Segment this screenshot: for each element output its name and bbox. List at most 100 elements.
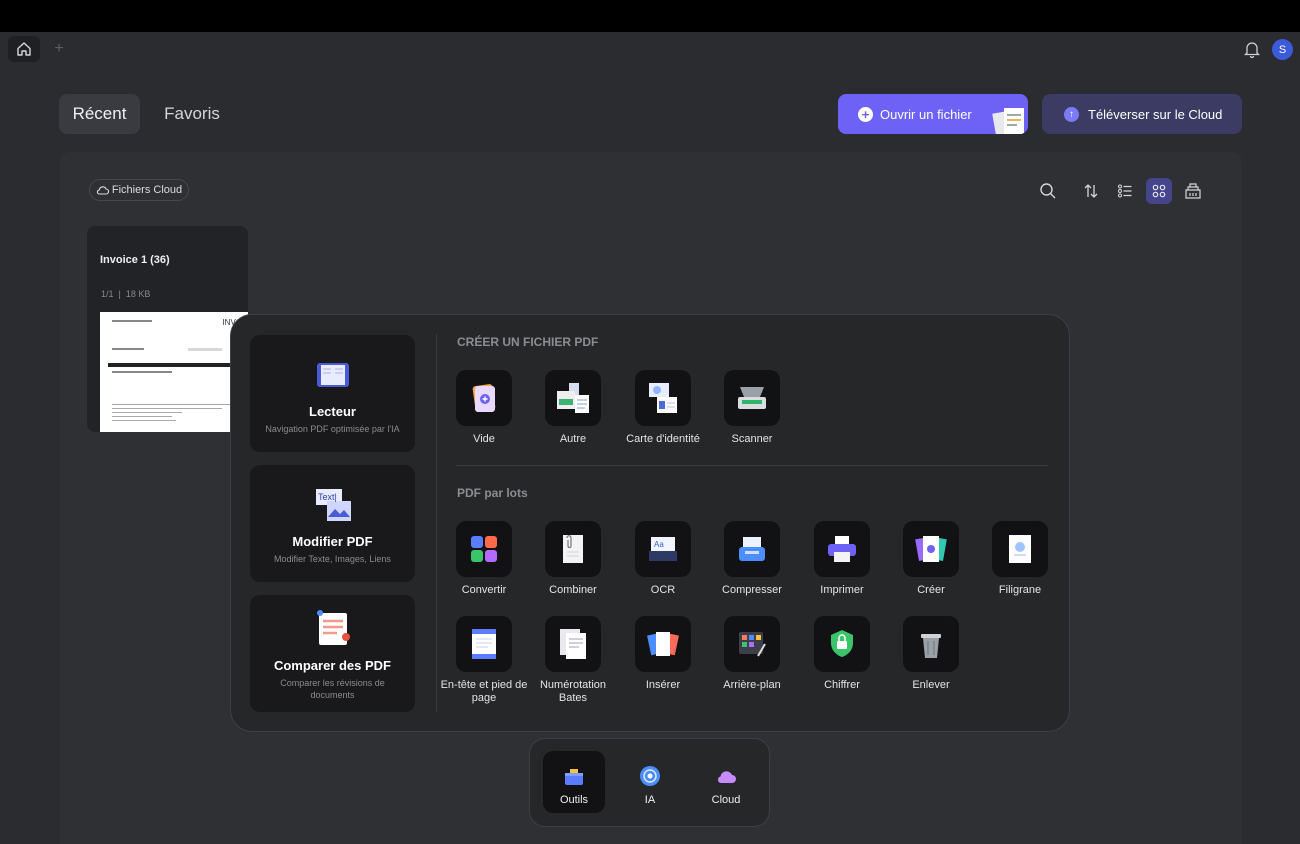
batch-watermark[interactable]: Filigrane bbox=[975, 521, 1065, 597]
batch-background[interactable]: Arrière-plan bbox=[707, 616, 797, 692]
batch-heading: PDF par lots bbox=[457, 486, 528, 500]
insert-icon bbox=[635, 616, 691, 672]
grid-view-icon bbox=[1152, 184, 1166, 198]
home-tab[interactable] bbox=[8, 36, 40, 62]
batch-print-label: Imprimer bbox=[820, 584, 864, 596]
batch-header-footer[interactable]: En-tête et pied de page bbox=[439, 616, 529, 705]
file-pages: 1/1 bbox=[101, 289, 114, 299]
batch-print[interactable]: Imprimer bbox=[797, 521, 887, 597]
divider bbox=[436, 334, 437, 712]
dock-cloud-label: Cloud bbox=[711, 794, 741, 806]
file-meta: 1/1 | 18 KB bbox=[101, 289, 151, 299]
dock-ai-label: IA bbox=[644, 794, 656, 806]
edit-pdf-subtitle: Modifier Texte, Images, Liens bbox=[274, 554, 391, 564]
batch-create[interactable]: Créer bbox=[886, 521, 976, 597]
bell-icon[interactable] bbox=[1242, 39, 1262, 59]
toolbox-icon bbox=[565, 769, 583, 785]
reader-card[interactable]: Lecteur Navigation PDF optimisée par l'I… bbox=[250, 335, 415, 452]
reader-subtitle: Navigation PDF optimisée par l'IA bbox=[265, 424, 400, 434]
tab-recent[interactable]: Récent bbox=[59, 94, 140, 134]
batch-bates[interactable]: Numérotation Bates bbox=[528, 616, 618, 705]
batch-ocr[interactable]: Aa OCR bbox=[618, 521, 708, 597]
new-tab-icon[interactable]: + bbox=[50, 40, 68, 58]
compress-icon bbox=[724, 521, 780, 577]
ocr-icon: Aa bbox=[635, 521, 691, 577]
search-icon bbox=[1040, 183, 1056, 199]
convert-icon bbox=[456, 521, 512, 577]
avatar[interactable]: S bbox=[1272, 39, 1293, 60]
grid-view-button[interactable] bbox=[1146, 178, 1172, 204]
batch-background-label: Arrière-plan bbox=[723, 679, 781, 691]
batch-combine-label: Combiner bbox=[549, 584, 597, 596]
create-id-card-label: Carte d'identité bbox=[626, 433, 700, 445]
sort-icon bbox=[1084, 184, 1098, 198]
create-heading: CRÉER UN FICHIER PDF bbox=[457, 335, 599, 349]
batch-encrypt-label: Chiffrer bbox=[824, 679, 860, 691]
search-button[interactable] bbox=[1035, 178, 1061, 204]
dock-tools[interactable]: Outils bbox=[543, 751, 605, 813]
open-file-button[interactable]: + Ouvrir un fichier bbox=[838, 94, 1028, 134]
batch-encrypt[interactable]: Chiffrer bbox=[797, 616, 887, 692]
edit-pdf-title: Modifier PDF bbox=[292, 534, 373, 549]
id-card-icon bbox=[635, 370, 691, 426]
watermark-icon bbox=[992, 521, 1048, 577]
batch-remove-label: Enlever bbox=[912, 679, 950, 691]
batch-remove[interactable]: Enlever bbox=[886, 616, 976, 692]
create-scanner-label: Scanner bbox=[731, 433, 773, 445]
header-footer-icon bbox=[456, 616, 512, 672]
dock-ai[interactable]: IA bbox=[619, 751, 681, 813]
compare-pdf-subtitle: Comparer les révisions de documents bbox=[280, 678, 385, 700]
file-name: Invoice 1 (36) bbox=[100, 254, 170, 266]
upload-cloud-label: Téléverser sur le Cloud bbox=[1088, 106, 1223, 122]
create-other-label: Autre bbox=[559, 433, 587, 445]
open-file-label: Ouvrir un fichier bbox=[880, 106, 972, 122]
plus-circle-icon: + bbox=[858, 106, 873, 122]
background-icon bbox=[724, 616, 780, 672]
home-icon bbox=[17, 42, 31, 56]
list-view-button[interactable] bbox=[1112, 178, 1138, 204]
batch-watermark-label: Filigrane bbox=[998, 584, 1042, 596]
batch-bates-label: Numérotation Bates bbox=[539, 679, 607, 704]
sort-button[interactable] bbox=[1078, 178, 1104, 204]
tab-strip bbox=[0, 32, 1300, 66]
file-size: 18 KB bbox=[125, 289, 151, 299]
batch-insert[interactable]: Insérer bbox=[618, 616, 708, 692]
batch-icon bbox=[1185, 183, 1201, 199]
cloud-files-label: Fichiers Cloud bbox=[111, 184, 183, 196]
file-card[interactable]: Invoice 1 (36) 1/1 | 18 KB INVO bbox=[87, 226, 248, 432]
batch-compress-label: Compresser bbox=[722, 584, 782, 596]
batch-create-label: Créer bbox=[917, 584, 945, 596]
compare-pdf-title: Comparer des PDF bbox=[273, 658, 392, 673]
create-scanner[interactable]: Scanner bbox=[707, 370, 797, 446]
edit-pdf-card[interactable]: Text| Modifier PDF Modifier Texte, Image… bbox=[250, 465, 415, 582]
create-id-card[interactable]: Carte d'identité bbox=[618, 370, 708, 446]
printer-icon bbox=[814, 521, 870, 577]
batch-button[interactable] bbox=[1180, 178, 1206, 204]
batch-combine[interactable]: Combiner bbox=[528, 521, 618, 597]
cloud-files-filter[interactable]: Fichiers Cloud bbox=[89, 179, 189, 201]
dock-cloud[interactable]: Cloud bbox=[695, 751, 757, 813]
ai-icon bbox=[640, 766, 660, 786]
cloud-icon bbox=[96, 186, 109, 195]
create-blank[interactable]: Vide bbox=[439, 370, 529, 446]
upload-icon: ↑ bbox=[1064, 106, 1079, 122]
batch-compress[interactable]: Compresser bbox=[707, 521, 797, 597]
batch-insert-label: Insérer bbox=[645, 679, 681, 691]
create-icon bbox=[903, 521, 959, 577]
compare-pdf-card[interactable]: Comparer des PDF Comparer les révisions … bbox=[250, 595, 415, 712]
title-bar bbox=[0, 0, 1300, 32]
svg-text:Text|: Text| bbox=[318, 492, 337, 502]
upload-cloud-button[interactable]: ↑ Téléverser sur le Cloud bbox=[1042, 94, 1242, 134]
divider bbox=[456, 465, 1048, 466]
batch-convert[interactable]: Convertir bbox=[439, 521, 529, 597]
create-other[interactable]: Autre bbox=[528, 370, 618, 446]
dock-tools-label: Outils bbox=[559, 794, 589, 806]
combine-icon bbox=[545, 521, 601, 577]
file-thumbnail: INVO bbox=[100, 312, 248, 432]
tab-favorites[interactable]: Favoris bbox=[152, 94, 232, 134]
list-view-icon bbox=[1118, 184, 1132, 198]
create-blank-label: Vide bbox=[473, 433, 495, 445]
compare-icon bbox=[317, 610, 350, 645]
lock-icon bbox=[814, 616, 870, 672]
batch-header-footer-label: En-tête et pied de page bbox=[440, 679, 528, 704]
